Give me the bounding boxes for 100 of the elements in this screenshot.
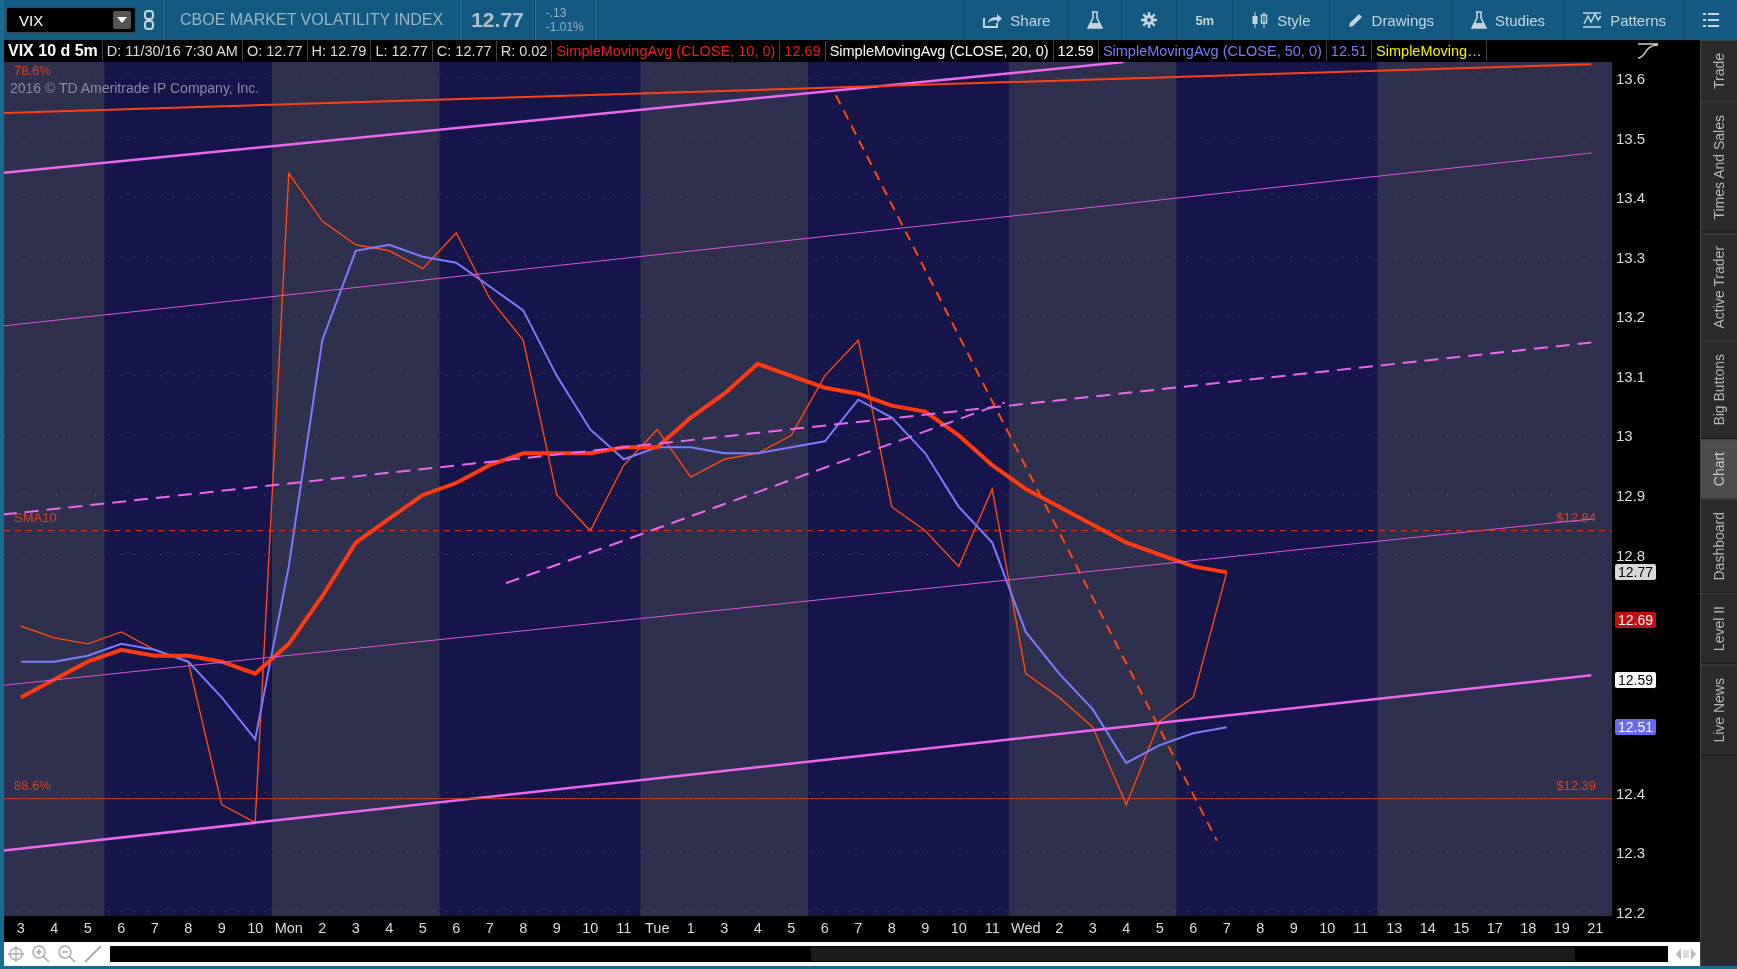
- axis-tick-label: 11: [984, 920, 1000, 936]
- axis-tick-label: 18: [1520, 920, 1537, 936]
- caret-icon: [117, 17, 127, 23]
- axis-tick-label: 6: [1189, 920, 1198, 936]
- axis-tick-label: 12.9: [1616, 486, 1646, 504]
- level-price: $12.84: [1556, 509, 1596, 525]
- level-label: 78.6%: [14, 63, 51, 78]
- axis-tick-label: 8: [1256, 920, 1265, 936]
- level-label: SMA10: [14, 509, 57, 525]
- chart-title: VIX 10 d 5m: [4, 41, 103, 61]
- price-tag: 12.51: [1614, 718, 1658, 737]
- axis-tick-label: Wed: [1010, 920, 1041, 936]
- axis-tick-label: 6: [820, 920, 829, 936]
- axis-tick-label: 13.1: [1616, 367, 1646, 385]
- side-tab[interactable]: Chart: [1701, 438, 1737, 499]
- side-tab[interactable]: Trade: [1701, 40, 1737, 103]
- axis-tick-label: 15: [1453, 920, 1470, 936]
- axis-tick-label: 5: [787, 920, 796, 936]
- study-label[interactable]: SimpleMoving…: [1372, 41, 1487, 61]
- axis-tick-label: Tue: [645, 920, 670, 936]
- candlestick-icon: [1251, 12, 1270, 28]
- axis-tick-label: 5: [418, 920, 427, 936]
- axis-tick-label: 10: [582, 920, 599, 936]
- axis-tick-label: 4: [50, 920, 59, 936]
- side-tab[interactable]: Dashboard: [1701, 498, 1737, 594]
- price-tag: 12.77: [1614, 563, 1658, 582]
- axis-tick-label: 19: [1553, 920, 1570, 936]
- crosshair-icon[interactable]: [8, 946, 24, 962]
- study-label[interactable]: SimpleMovingAvg (CLOSE, 10, 0): [552, 41, 781, 61]
- menu-icon: [1703, 13, 1719, 27]
- instrument-description: CBOE MARKET VOLATILITY INDEX: [179, 11, 445, 29]
- axis-tick-label: 12.3: [1616, 843, 1646, 861]
- axis-tick-label: 3: [351, 920, 360, 936]
- axis-tick-label: 2: [1055, 920, 1064, 936]
- axis-tick-label: 13.5: [1616, 129, 1646, 147]
- level-label: 88.6%: [14, 777, 51, 793]
- ohlc-value: O: 12.77: [242, 41, 308, 61]
- axis-tick-label: 3: [16, 920, 25, 936]
- axis-tick-label: 12.2: [1616, 903, 1646, 921]
- study-value: 12.51: [1326, 41, 1373, 61]
- axis-tick-label: 10: [1319, 920, 1336, 936]
- pattern-chart-icon: [1582, 12, 1603, 28]
- axis-tick-label: 12.4: [1616, 784, 1646, 802]
- symbol-text: VIX: [19, 11, 44, 29]
- axis-tick-label: 13.2: [1616, 307, 1646, 325]
- axis-tick-label: 3: [1088, 920, 1097, 936]
- axis-tick-label: 9: [217, 920, 226, 936]
- axis-tick-label: 1: [686, 920, 695, 936]
- horizontal-scrollbar[interactable]: [110, 946, 1668, 962]
- axis-tick-label: 7: [1222, 920, 1231, 936]
- flask-icon: [1087, 11, 1104, 29]
- side-tab[interactable]: Level II: [1701, 593, 1737, 665]
- link-icon[interactable]: [144, 10, 154, 30]
- axis-tick-label: 13.3: [1616, 248, 1646, 266]
- axis-tick-label: 3: [720, 920, 729, 936]
- level-line[interactable]: [4, 798, 1612, 800]
- curve-icon[interactable]: [1638, 43, 1660, 59]
- side-tab[interactable]: Big Buttons: [1701, 341, 1737, 439]
- ohlc-value: D: 11/30/16 7:30 AM: [102, 41, 243, 61]
- level-line[interactable]: [4, 530, 1612, 532]
- side-tab[interactable]: Active Trader: [1701, 232, 1737, 342]
- study-value: 12.59: [1053, 41, 1099, 61]
- dropdown-button[interactable]: [113, 11, 131, 29]
- net-change: -.13: [545, 6, 568, 20]
- symbol-field[interactable]: VIX: [6, 7, 136, 33]
- zoom-out-icon[interactable]: [58, 945, 76, 963]
- side-tab[interactable]: Live News: [1701, 664, 1737, 756]
- drag-handle-icon[interactable]: [1676, 947, 1696, 961]
- pencil-icon: [1347, 12, 1364, 28]
- axis-tick-label: 4: [385, 920, 394, 936]
- percent-change: -1.01%: [545, 20, 584, 34]
- price-tag: 12.69: [1614, 611, 1658, 629]
- axis-tick-label: 10: [950, 920, 967, 936]
- study-label[interactable]: SimpleMovingAvg (CLOSE, 50, 0): [1098, 41, 1327, 61]
- last-price: 12.77: [470, 8, 525, 32]
- axis-tick-label: 9: [1289, 920, 1298, 936]
- axis-tick-label: 11: [1353, 920, 1369, 936]
- axis-tick-label: 9: [921, 920, 930, 936]
- share-icon: [982, 12, 1003, 28]
- axis-tick-label: 5: [83, 920, 92, 936]
- line-tool-icon[interactable]: [84, 945, 102, 963]
- axis-tick-label: 13: [1386, 920, 1403, 936]
- flask-icon: [1471, 11, 1488, 29]
- zoom-in-icon[interactable]: [32, 945, 50, 963]
- axis-tick-label: 12.8: [1616, 546, 1646, 563]
- ohlc-value: C: 12.77: [432, 41, 497, 61]
- axis-tick-label: 8: [887, 920, 896, 936]
- ohlc-value: R: 0.02: [496, 41, 553, 61]
- axis-tick-label: 10: [247, 920, 264, 936]
- axis-tick-label: 5: [1155, 920, 1164, 936]
- axis-tick-label: 6: [452, 920, 461, 936]
- study-label[interactable]: SimpleMovingAvg (CLOSE, 20, 0): [825, 41, 1054, 61]
- axis-tick-label: 7: [854, 920, 863, 936]
- axis-tick-label: 2: [318, 920, 327, 936]
- side-tab[interactable]: Times And Sales: [1701, 102, 1737, 233]
- axis-tick-label: 14: [1419, 920, 1436, 936]
- copyright-text: 2016 © TD Ameritrade IP Company, Inc.: [10, 80, 260, 96]
- axis-tick-label: 21: [1587, 920, 1604, 936]
- axis-tick-label: 17: [1486, 920, 1503, 936]
- ohlc-value: H: 12.79: [307, 41, 372, 61]
